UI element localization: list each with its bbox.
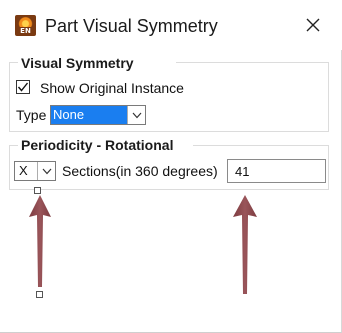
axis-dropdown-button[interactable] xyxy=(37,162,55,180)
chevron-down-icon xyxy=(132,112,141,118)
axis-select-value: X xyxy=(19,163,28,178)
type-select-value: None xyxy=(51,106,129,124)
sections-label: Sections(in 360 degrees) xyxy=(62,163,218,179)
type-dropdown-button[interactable] xyxy=(127,106,145,124)
chevron-down-icon xyxy=(42,168,51,174)
annotation-arrow-icon xyxy=(233,195,257,294)
show-original-instance-checkbox[interactable] xyxy=(16,80,30,94)
close-icon xyxy=(306,18,320,32)
axis-select[interactable]: X xyxy=(14,161,56,181)
window-title: Part Visual Symmetry xyxy=(45,16,218,36)
part-visual-symmetry-dialog: EN Part Visual Symmetry Visual Symmetry … xyxy=(0,0,342,333)
sections-input[interactable] xyxy=(227,159,326,183)
ensight-app-icon: EN xyxy=(15,15,36,36)
visual-symmetry-group-title: Visual Symmetry xyxy=(19,55,136,71)
resize-handle-bottom[interactable] xyxy=(36,291,43,298)
periodicity-group-title: Periodicity - Rotational xyxy=(19,137,176,153)
type-label: Type xyxy=(16,107,47,123)
close-button[interactable] xyxy=(296,10,330,40)
checkmark-icon xyxy=(17,82,29,92)
title-bar: EN Part Visual Symmetry xyxy=(0,0,342,50)
type-select[interactable]: None xyxy=(50,105,146,125)
annotation-arrow-icon xyxy=(29,195,51,287)
show-original-instance-label: Show Original Instance xyxy=(40,80,184,96)
